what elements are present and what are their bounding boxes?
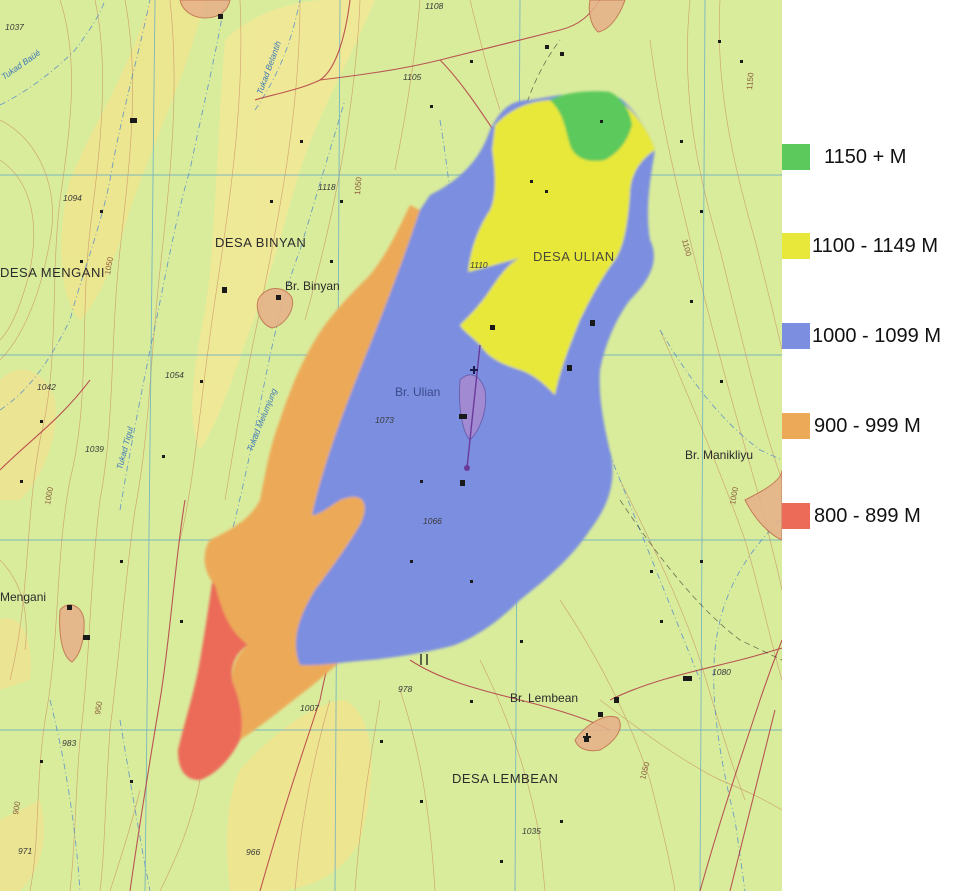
spot-height: 1073 (375, 415, 394, 425)
spot-height: 971 (18, 846, 32, 856)
label-br-binyan: Br. Binyan (285, 279, 340, 293)
legend-label: 1100 - 1149 M (812, 234, 939, 257)
spot-height: 1108 (425, 1, 444, 11)
legend-label: 900 - 999 M (814, 414, 921, 437)
spot-height: 1110 (470, 260, 488, 270)
legend-label: 800 - 899 M (814, 504, 921, 527)
legend-label: 1150 + M (824, 145, 907, 168)
contour-label: 1150 (745, 72, 756, 90)
label-br-ulian: Br. Ulian (395, 385, 440, 399)
legend-item-1000-1099: 1000 - 1099 M (782, 323, 941, 349)
label-desa-lembean: DESA LEMBEAN (452, 771, 558, 786)
label-mengani: Mengani (0, 590, 46, 604)
label-br-manikliyu: Br. Manikliyu (685, 448, 753, 462)
legend-swatch (782, 323, 810, 349)
spot-height: 1066 (423, 516, 442, 526)
label-desa-binyan: DESA BINYAN (215, 235, 306, 250)
spot-height: 1037 (5, 22, 24, 32)
spot-height: 983 (62, 738, 76, 748)
legend-item-1150-plus: 1150 + M (782, 144, 906, 170)
spot-height: 1042 (37, 382, 56, 392)
spot-height: 1105 (403, 72, 422, 82)
spot-height: 1094 (63, 193, 82, 203)
topographic-map: DESA BINYAN Br. Binyan DESA MENGANI Meng… (0, 0, 782, 891)
contour-label: 1050 (353, 176, 364, 195)
spot-height: 1035 (522, 826, 541, 836)
spot-height: 1007 (300, 703, 319, 713)
legend-swatch (782, 144, 810, 170)
legend-item-1100-1149: 1100 - 1149 M (782, 233, 938, 259)
legend-label: 1000 - 1099 M (812, 324, 941, 347)
spot-height: 978 (398, 684, 412, 694)
legend-swatch (782, 503, 810, 529)
legend-item-800-899: 800 - 899 M (782, 503, 921, 529)
label-desa-mengani: DESA MENGANI (0, 265, 105, 280)
legend-swatch (782, 413, 810, 439)
spot-height: 1118 (318, 182, 336, 192)
legend-swatch (782, 233, 810, 259)
label-br-lembean: Br. Lembean (510, 691, 578, 705)
elevation-legend: 1150 + M 1100 - 1149 M 1000 - 1099 M 900… (782, 130, 959, 550)
legend-item-900-999: 900 - 999 M (782, 413, 921, 439)
spot-height: 1039 (85, 444, 104, 454)
spot-height: 1080 (712, 667, 731, 677)
label-desa-ulian: DESA ULIAN (533, 249, 615, 264)
spot-height: 966 (246, 847, 260, 857)
spot-height: 1054 (165, 370, 184, 380)
